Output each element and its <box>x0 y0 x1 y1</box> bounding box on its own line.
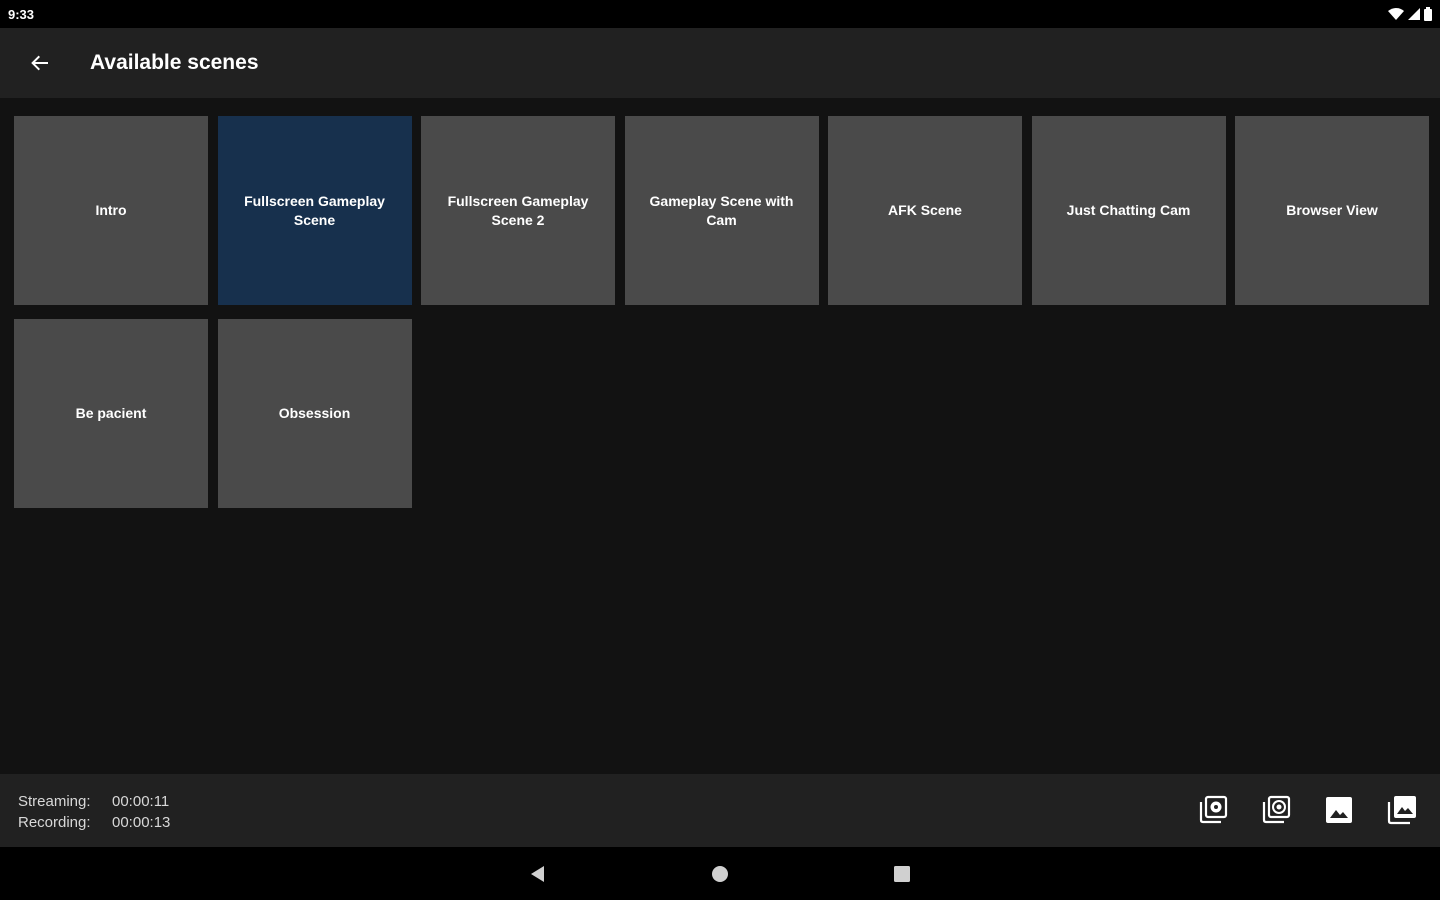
scene-tile-be-pacient[interactable]: Be pacient <box>14 319 208 508</box>
status-bar: 9:33 <box>0 0 1440 28</box>
signal-icon <box>1408 8 1420 20</box>
recording-time: 00:00:13 <box>112 814 171 831</box>
streaming-label: Streaming: <box>18 793 91 810</box>
system-nav-bar <box>0 847 1440 900</box>
nav-back-button[interactable] <box>525 861 551 887</box>
status-icons <box>1388 7 1432 21</box>
stream-stats: Streaming: 00:00:11 Recording: 00:00:13 <box>18 791 170 833</box>
scene-label: Browser View <box>1286 202 1378 218</box>
scene-tile-obsession[interactable]: Obsession <box>217 319 412 508</box>
scene-tile-gameplay-with-cam[interactable]: Gameplay Scene with Cam <box>624 116 819 305</box>
scene-label: Intro <box>95 202 127 218</box>
scene-label: AFK Scene <box>888 202 962 218</box>
source-settings-button[interactable] <box>1260 792 1292 828</box>
scene-label: Gameplay Scene with Cam <box>649 192 794 228</box>
arrow-back-icon <box>31 55 48 71</box>
wifi-icon <box>1388 8 1404 20</box>
streaming-time: 00:00:11 <box>112 793 170 810</box>
image-button[interactable] <box>1323 792 1355 828</box>
scenes-grid: Intro Fullscreen Gameplay Scene Fullscre… <box>14 116 1429 508</box>
scene-tile-fullscreen-gameplay-2[interactable]: Fullscreen Gameplay Scene 2 <box>421 116 615 305</box>
scene-tile-intro[interactable]: Intro <box>14 116 208 305</box>
scene-tile-afk[interactable]: AFK Scene <box>828 116 1022 305</box>
scene-label: Be pacient <box>75 405 147 421</box>
source-settings-icon <box>1262 795 1291 824</box>
streaming-row: Streaming: 00:00:11 <box>18 791 170 812</box>
nav-home-icon <box>712 866 728 882</box>
action-buttons <box>1197 792 1418 828</box>
scene-settings-icon <box>1199 795 1228 824</box>
recording-row: Recording: 00:00:13 <box>18 812 170 833</box>
nav-back-icon <box>531 866 544 882</box>
nav-home-button[interactable] <box>707 861 733 887</box>
scene-label: Fullscreen Gameplay Scene <box>244 192 385 228</box>
scene-tile-fullscreen-gameplay[interactable]: Fullscreen Gameplay Scene <box>217 116 412 305</box>
image-library-icon <box>1387 796 1416 825</box>
scene-label: Just Chatting Cam <box>1066 202 1191 218</box>
image-icon <box>1326 797 1352 823</box>
page-title: Available scenes <box>90 51 259 74</box>
scene-label: Fullscreen Gameplay Scene 2 <box>447 192 589 228</box>
scene-label: Obsession <box>278 405 351 421</box>
recording-label: Recording: <box>18 814 91 831</box>
scene-tile-just-chatting[interactable]: Just Chatting Cam <box>1031 116 1226 305</box>
bottom-bar: Streaming: 00:00:11 Recording: 00:00:13 <box>0 774 1440 847</box>
image-library-button[interactable] <box>1386 792 1418 828</box>
back-button[interactable] <box>16 39 64 87</box>
scene-tile-browser-view[interactable]: Browser View <box>1235 116 1429 305</box>
nav-recents-button[interactable] <box>889 861 915 887</box>
scene-settings-button[interactable] <box>1197 792 1229 828</box>
battery-icon <box>1424 7 1432 21</box>
nav-recents-icon <box>894 866 910 882</box>
status-time: 9:33 <box>8 6 35 22</box>
app-bar: Available scenes <box>0 28 1440 98</box>
